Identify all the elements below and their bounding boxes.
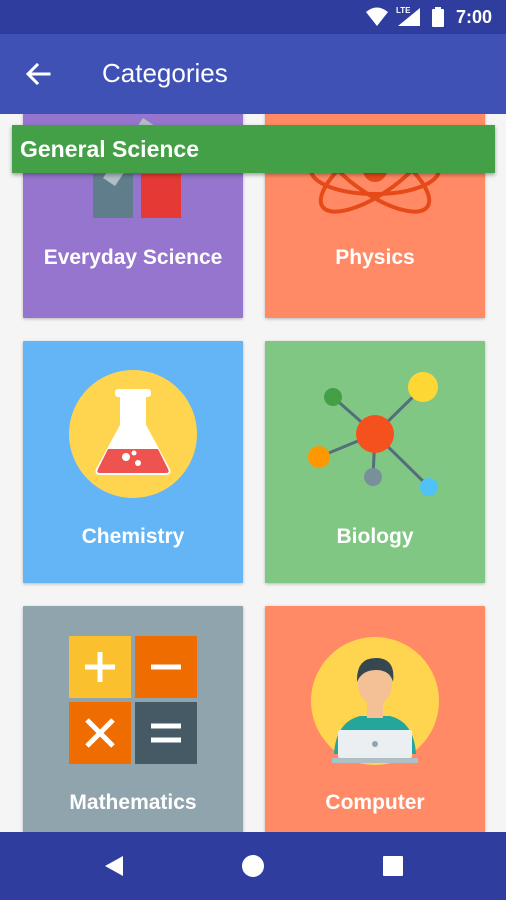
page-title: Categories bbox=[102, 58, 228, 88]
nav-back-button[interactable] bbox=[97, 849, 131, 883]
category-label: Biology bbox=[336, 525, 414, 548]
category-label: Mathematics bbox=[69, 791, 197, 814]
nav-recents-icon bbox=[383, 856, 403, 876]
computer-user-icon bbox=[311, 637, 439, 765]
wifi-icon bbox=[366, 7, 388, 26]
back-button[interactable] bbox=[20, 56, 56, 92]
molecule-icon bbox=[308, 372, 438, 496]
system-nav-bar bbox=[0, 832, 506, 900]
nav-back-icon bbox=[105, 856, 123, 876]
nav-home-icon bbox=[242, 855, 264, 877]
category-card-biology[interactable]: Biology bbox=[265, 341, 485, 583]
nav-recents-button[interactable] bbox=[376, 849, 410, 883]
app-bar: Categories bbox=[0, 34, 506, 114]
category-card-mathematics[interactable]: Mathematics bbox=[23, 606, 243, 832]
battery-icon bbox=[432, 7, 444, 27]
category-grid: Everyday Science Physics Chemistry Biolo… bbox=[0, 114, 506, 832]
signal-icon bbox=[398, 8, 420, 26]
category-label: Physics bbox=[335, 246, 415, 269]
arrow-left-icon bbox=[25, 63, 51, 85]
category-card-computer[interactable]: Computer bbox=[265, 606, 485, 832]
category-card-chemistry[interactable]: Chemistry bbox=[23, 341, 243, 583]
section-banner: General Science bbox=[12, 125, 495, 173]
nav-home-button[interactable] bbox=[236, 849, 270, 883]
status-time: 7:00 bbox=[455, 7, 492, 27]
category-label: Computer bbox=[325, 791, 425, 814]
category-label: Chemistry bbox=[81, 525, 185, 548]
calculator-icon bbox=[69, 636, 197, 764]
category-label: Everyday Science bbox=[43, 246, 223, 269]
flask-icon bbox=[69, 370, 197, 498]
status-bar: LTE 7:00 bbox=[0, 0, 506, 34]
